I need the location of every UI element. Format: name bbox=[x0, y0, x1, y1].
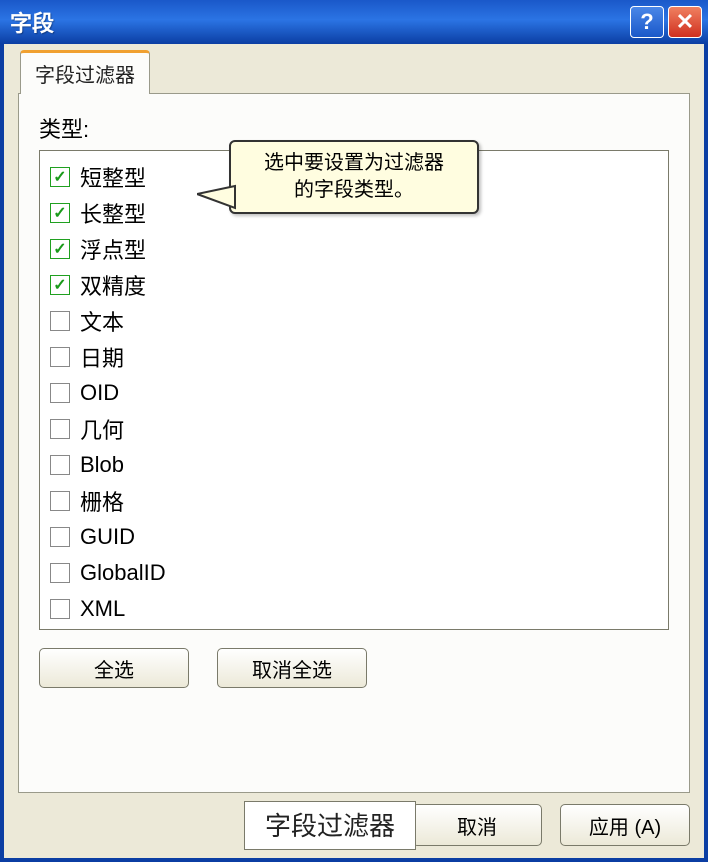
type-label-text: GlobalID bbox=[80, 560, 166, 586]
type-label-text: 双精度 bbox=[80, 269, 146, 301]
cancel-button[interactable]: 取消 bbox=[412, 804, 542, 846]
checkbox[interactable]: ✓ bbox=[50, 167, 70, 187]
type-label-text: XML bbox=[80, 596, 125, 622]
checkbox[interactable] bbox=[50, 311, 70, 331]
apply-button[interactable]: 应用 (A) bbox=[560, 804, 690, 846]
callout-text-line1: 选中要设置为过滤器 bbox=[241, 150, 467, 177]
window-body: 字段过滤器 类型: ✓短整型✓长整型✓浮点型✓双精度文本日期OID几何Blob栅… bbox=[0, 44, 708, 862]
callout-tooltip: 选中要设置为过滤器 的字段类型。 bbox=[229, 140, 479, 214]
type-listbox: ✓ 短整型 ✓ 长整型 ✓ 浮点型 ✓ 双精度文本日期 OID 几何 Blob 栅格 GUID Globa… bbox=[39, 150, 669, 630]
tab-label: 字段过滤器 bbox=[35, 65, 135, 87]
type-label-text: GUID bbox=[80, 524, 135, 550]
close-button[interactable]: ✕ bbox=[668, 6, 702, 38]
tab-strip: 字段过滤器 bbox=[18, 56, 690, 94]
tab-field-filter[interactable]: 字段过滤器 bbox=[20, 50, 150, 94]
type-row: GlobalID bbox=[50, 555, 658, 591]
type-label-text: 栅格 bbox=[80, 485, 124, 517]
type-label-text: 浮点型 bbox=[80, 233, 146, 265]
type-row: ✓ 浮点型 bbox=[50, 231, 658, 267]
type-row: Blob bbox=[50, 447, 658, 483]
checkbox[interactable]: ✓ bbox=[50, 239, 70, 259]
type-label-text: 几何 bbox=[80, 413, 124, 445]
checkbox[interactable] bbox=[50, 455, 70, 475]
select-all-button[interactable]: 全选 bbox=[39, 648, 189, 688]
type-label-text: OID bbox=[80, 380, 119, 406]
type-row: XML bbox=[50, 591, 658, 627]
checkbox[interactable] bbox=[50, 347, 70, 367]
type-row: 日期 bbox=[50, 339, 658, 375]
cancel-label: 取消 bbox=[457, 811, 497, 840]
checkbox[interactable] bbox=[50, 419, 70, 439]
type-label-text: 短整型 bbox=[80, 161, 146, 193]
type-label-text: Blob bbox=[80, 452, 124, 478]
type-label-text: 长整型 bbox=[80, 197, 146, 229]
checkbox[interactable] bbox=[50, 491, 70, 511]
checkbox[interactable] bbox=[50, 383, 70, 403]
type-row: OID bbox=[50, 375, 658, 411]
deselect-all-label: 取消全选 bbox=[252, 654, 332, 683]
checkbox[interactable] bbox=[50, 563, 70, 583]
type-row: 栅格 bbox=[50, 483, 658, 519]
type-row: 几何 bbox=[50, 411, 658, 447]
type-label-text: 文本 bbox=[80, 305, 124, 337]
checkbox[interactable] bbox=[50, 527, 70, 547]
window-title: 字段 bbox=[10, 6, 626, 38]
callout-text-line2: 的字段类型。 bbox=[241, 177, 467, 204]
help-icon: ? bbox=[640, 9, 653, 35]
listbox-button-row: 全选 取消全选 bbox=[39, 648, 669, 688]
tab-panel: 类型: ✓短整型✓长整型✓浮点型✓双精度文本日期OID几何Blob栅格GUIDG… bbox=[18, 93, 690, 793]
select-all-label: 全选 bbox=[94, 654, 134, 683]
apply-label: 应用 (A) bbox=[589, 811, 661, 840]
type-row: ✓ 双精度 bbox=[50, 267, 658, 303]
help-button[interactable]: ? bbox=[630, 6, 664, 38]
type-row: GUID bbox=[50, 519, 658, 555]
titlebar: 字段 ? ✕ bbox=[0, 0, 708, 44]
checkbox[interactable] bbox=[50, 599, 70, 619]
deselect-all-button[interactable]: 取消全选 bbox=[217, 648, 367, 688]
overlay-label-text: 字段过滤器 bbox=[265, 811, 395, 841]
close-icon: ✕ bbox=[676, 9, 694, 35]
overlay-label-box: 字段过滤器 bbox=[244, 801, 416, 850]
type-row: 文本 bbox=[50, 303, 658, 339]
checkbox[interactable]: ✓ bbox=[50, 203, 70, 223]
type-label-text: 日期 bbox=[80, 341, 124, 373]
checkbox[interactable]: ✓ bbox=[50, 275, 70, 295]
